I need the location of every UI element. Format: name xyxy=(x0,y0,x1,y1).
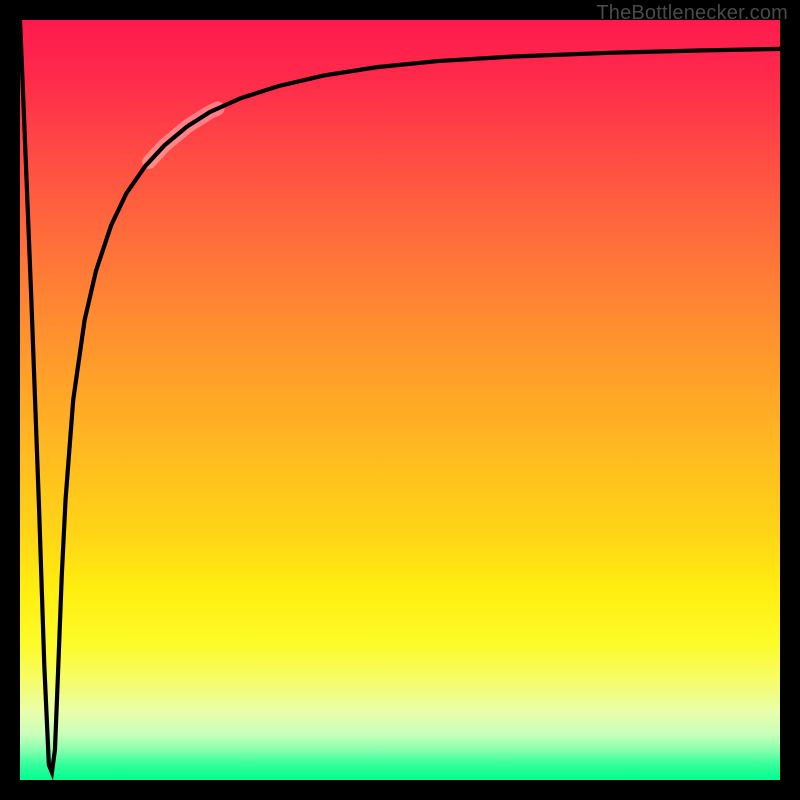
chart-container: TheBottlenecker.com xyxy=(0,0,800,800)
highlight-segment xyxy=(149,109,217,162)
bottleneck-curve xyxy=(20,20,780,772)
attribution-label: TheBottlenecker.com xyxy=(596,2,788,25)
plot-area xyxy=(20,20,780,780)
curve-layer xyxy=(20,20,780,780)
